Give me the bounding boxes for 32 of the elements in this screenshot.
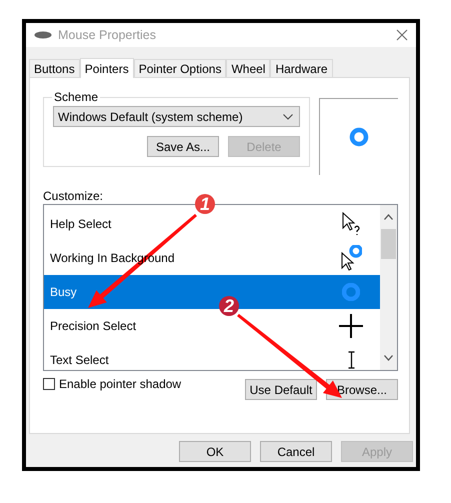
scroll-thumb[interactable]: [381, 229, 396, 259]
use-default-button[interactable]: Use Default: [245, 379, 317, 400]
tab[interactable]: Hardware: [270, 59, 332, 77]
group-label: Scheme: [53, 90, 100, 104]
step-badge: 2: [219, 296, 239, 316]
chevron-up-icon[interactable]: [384, 214, 393, 220]
help-cursor-icon: [342, 212, 360, 236]
ring-icon: [349, 127, 369, 147]
window-title: Mouse Properties: [58, 28, 157, 42]
tab[interactable]: Wheel: [226, 59, 270, 77]
chevron-down-icon: [283, 114, 293, 120]
save-button[interactable]: Save As...: [147, 136, 219, 157]
ring-icon: [342, 283, 360, 301]
close-icon[interactable]: [396, 29, 408, 41]
tab[interactable]: Buttons: [29, 59, 80, 77]
tab[interactable]: Pointers: [80, 58, 134, 78]
crosshair-icon: [338, 313, 364, 339]
list-item[interactable]: Text Select: [44, 343, 380, 377]
checkbox[interactable]: [43, 378, 55, 390]
mouse-icon: [34, 31, 52, 39]
list-label: Customize:: [43, 189, 104, 203]
cancel-button[interactable]: Cancel: [260, 441, 332, 462]
chevron-down-icon[interactable]: [384, 355, 393, 361]
scrollbar[interactable]: [380, 205, 397, 370]
text-cursor-icon: [348, 351, 354, 369]
tab[interactable]: Pointer Options: [134, 59, 226, 77]
step-badge: 1: [195, 194, 215, 214]
ok-button[interactable]: OK: [179, 441, 251, 462]
checkbox-label: Enable pointer shadow: [59, 377, 182, 391]
browse-button[interactable]: Browse...: [326, 379, 398, 400]
scheme-dropdown[interactable]: Windows Default (system scheme): [53, 106, 300, 127]
busy-arrow-icon: [340, 245, 362, 271]
